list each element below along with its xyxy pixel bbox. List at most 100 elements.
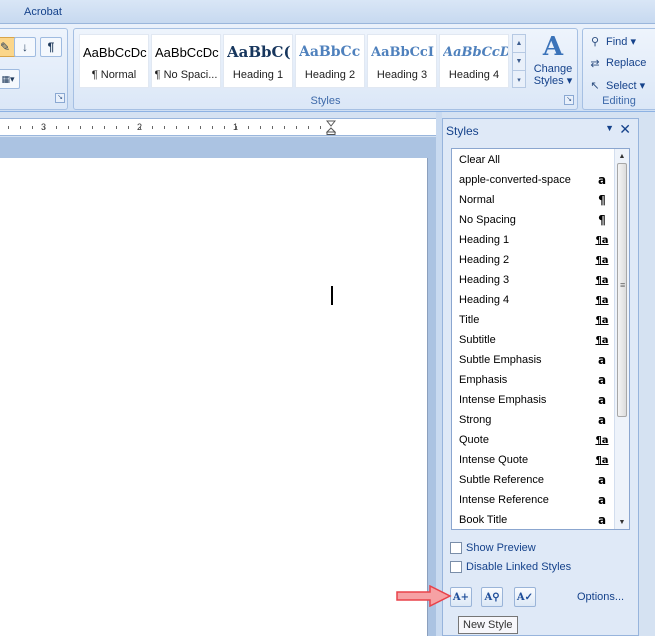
- style-list-item[interactable]: Subtle Emphasis a: [452, 350, 614, 370]
- disable-linked-styles-option[interactable]: Disable Linked Styles: [450, 559, 571, 575]
- quick-style-item[interactable]: AaBbCcD Heading 4: [439, 34, 509, 88]
- style-list-item[interactable]: Intense Reference a: [452, 490, 614, 510]
- ruler-tick: [68, 126, 69, 129]
- quick-style-sample: AaBbCcDc: [83, 45, 147, 60]
- scroll-up-icon[interactable]: ▲: [615, 149, 629, 163]
- grip-icon: ≡: [620, 280, 626, 290]
- ruler-tick: [188, 126, 189, 129]
- quick-style-sample: AaBbCcDc: [155, 45, 219, 60]
- disable-linked-styles-checkbox[interactable]: [450, 561, 462, 573]
- tab-acrobat[interactable]: Acrobat: [24, 6, 62, 18]
- style-list-item[interactable]: Subtitle ¶a: [452, 330, 614, 350]
- style-list-item[interactable]: Clear All: [452, 150, 614, 170]
- quick-style-label: ¶ Normal: [91, 69, 137, 81]
- new-style-tooltip: New Style: [458, 616, 518, 634]
- style-type-icon: a: [597, 473, 607, 487]
- style-type-icon: a: [597, 413, 607, 427]
- style-list-item[interactable]: apple-converted-space a: [452, 170, 614, 190]
- ruler-tick: [8, 126, 9, 129]
- ruler-tick: [44, 126, 45, 129]
- ruler-tick: [128, 126, 129, 129]
- find-label: Find ▾: [606, 35, 636, 48]
- editing-group-label: Editing: [602, 95, 636, 107]
- style-list-item[interactable]: Heading 4 ¶a: [452, 290, 614, 310]
- style-inspector-button[interactable]: A⚲: [481, 587, 503, 607]
- borders-icon[interactable]: ▦▾: [0, 69, 20, 89]
- style-list-item[interactable]: Heading 3 ¶a: [452, 270, 614, 290]
- style-type-icon: ¶a: [595, 454, 609, 466]
- style-type-icon: a: [597, 393, 607, 407]
- ruler-tick: [248, 126, 249, 129]
- gallery-more-icon[interactable]: ▾: [513, 71, 525, 89]
- style-list-item[interactable]: Strong a: [452, 410, 614, 430]
- options-link[interactable]: Options...: [577, 591, 624, 603]
- pane-menu-icon[interactable]: ▼: [605, 123, 614, 133]
- styles-list-scrollbar[interactable]: ▲ ≡ ▼: [614, 149, 629, 529]
- quick-style-label: Heading 4: [448, 69, 500, 81]
- quick-style-item[interactable]: AaBbC(Heading 1: [223, 34, 293, 88]
- manage-styles-button[interactable]: A✓: [514, 587, 536, 607]
- style-list-item[interactable]: Title ¶a: [452, 310, 614, 330]
- find-button[interactable]: ⚲ Find ▾: [588, 32, 636, 50]
- replace-button[interactable]: ⇄ Replace: [588, 54, 646, 72]
- gallery-up-icon[interactable]: ▲: [513, 35, 525, 53]
- style-list-item[interactable]: Emphasis a: [452, 370, 614, 390]
- sort-icon[interactable]: ↓: [14, 37, 36, 57]
- binoculars-icon: ⚲: [590, 35, 600, 48]
- show-formatting-icon[interactable]: ¶: [40, 37, 62, 57]
- style-list-item[interactable]: Heading 1 ¶a: [452, 230, 614, 250]
- new-style-icon: A+: [452, 591, 470, 603]
- replace-label: Replace: [606, 57, 647, 69]
- ruler-tick: [320, 126, 321, 129]
- close-icon[interactable]: ✕: [619, 122, 631, 136]
- style-name: Emphasis: [459, 374, 508, 386]
- style-list-item[interactable]: Intense Emphasis a: [452, 390, 614, 410]
- style-type-icon: a: [597, 513, 607, 527]
- style-name: Intense Quote: [459, 454, 529, 466]
- quick-style-item[interactable]: AaBbCcI Heading 3: [367, 34, 437, 88]
- ruler-tick: [164, 126, 165, 129]
- quick-style-sample: AaBbCcI: [371, 45, 434, 60]
- style-name: Heading 1: [459, 234, 510, 246]
- style-list-item[interactable]: Normal ¶: [452, 190, 614, 210]
- horizontal-ruler[interactable]: 3 2 1: [0, 118, 436, 136]
- show-preview-option[interactable]: Show Preview: [450, 540, 536, 556]
- editing-group: ⚲ Find ▾ ⇄ Replace ↖ Select ▾ Editing: [582, 28, 655, 110]
- style-list-item[interactable]: Subtle Reference a: [452, 470, 614, 490]
- ribbon: ✎ ↓ ¶ ▦▾ ↘ AaBbCcDc ¶ Normal AaBbCcDc ¶ No …: [0, 24, 655, 112]
- styles-dialog-launcher-icon[interactable]: ↘: [564, 95, 574, 105]
- style-name: apple-converted-space: [459, 174, 571, 186]
- style-type-icon: ¶a: [595, 234, 609, 246]
- ruler-tick: [260, 126, 261, 129]
- document-page[interactable]: [0, 158, 428, 636]
- indent-marker-icon[interactable]: [326, 120, 336, 135]
- style-name: Normal: [459, 194, 495, 206]
- manage-styles-icon: A✓: [516, 591, 534, 603]
- quick-style-item[interactable]: AaBbCcDc ¶ No Spaci...: [151, 34, 221, 88]
- style-list-item[interactable]: Quote ¶a: [452, 430, 614, 450]
- new-style-button[interactable]: A+: [450, 587, 472, 607]
- style-list-item[interactable]: No Spacing ¶: [452, 210, 614, 230]
- style-list-item[interactable]: Intense Quote ¶a: [452, 450, 614, 470]
- red-arrow-icon: [396, 585, 452, 607]
- style-list-item[interactable]: Book Title a: [452, 510, 614, 529]
- quick-style-item[interactable]: AaBbCcDc ¶ Normal: [79, 34, 149, 88]
- style-name: Clear All: [459, 154, 500, 166]
- style-name: Subtitle: [459, 334, 496, 346]
- style-name: Strong: [459, 414, 492, 426]
- scroll-thumb[interactable]: ≡: [617, 163, 627, 417]
- gallery-down-icon[interactable]: ▼: [513, 53, 525, 71]
- style-name: Heading 2: [459, 254, 510, 266]
- quick-style-item[interactable]: AaBbCc Heading 2: [295, 34, 365, 88]
- style-name: Quote: [459, 434, 489, 446]
- scroll-down-icon[interactable]: ▼: [615, 515, 629, 529]
- quick-style-label: Heading 1: [232, 69, 284, 81]
- ruler-tick: [212, 126, 213, 129]
- show-preview-checkbox[interactable]: [450, 542, 462, 554]
- select-button[interactable]: ↖ Select ▾: [588, 76, 645, 94]
- style-type-icon: ¶a: [595, 314, 609, 326]
- style-list-item[interactable]: Heading 2 ¶a: [452, 250, 614, 270]
- paragraph-dialog-launcher-icon[interactable]: ↘: [55, 93, 65, 103]
- change-styles-button[interactable]: A Change Styles ▾: [530, 31, 576, 93]
- style-inspector-icon: A⚲: [484, 591, 500, 603]
